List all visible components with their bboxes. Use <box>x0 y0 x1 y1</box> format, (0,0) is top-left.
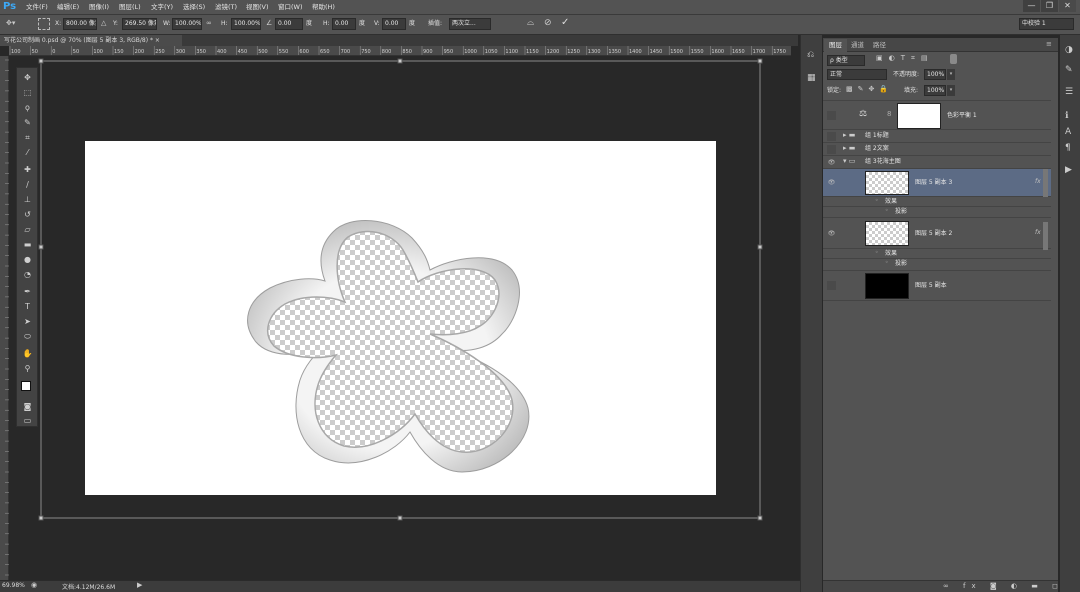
transform-handle-tr[interactable] <box>757 58 763 64</box>
panel-menu-icon[interactable]: ≡ <box>1046 40 1052 48</box>
right-dock: ◑ ✎ ☰ ℹ A ¶ ▶ <box>1060 35 1080 592</box>
filter-kind-select[interactable]: ρ 类型 <box>827 55 865 66</box>
folder-icon: ▸ ▬ <box>843 144 856 152</box>
blend-mode-select[interactable]: 正常 <box>827 69 887 80</box>
transform-handle-bm[interactable] <box>397 515 403 521</box>
zoom-level[interactable]: 69.98% <box>2 582 25 589</box>
filter-icons[interactable]: ▣◐T⌗▤ <box>876 54 934 63</box>
layer-row[interactable]: 图层 5 副本 <box>823 271 1051 301</box>
layers-scrollbar-thumb[interactable] <box>1043 169 1048 197</box>
adjustment-balance-icon: ⚖ <box>859 109 868 119</box>
eye-icon[interactable]: 👁 <box>827 229 836 238</box>
status-info-icon[interactable]: ◉ <box>31 581 37 589</box>
actions-panel-icon[interactable]: ▶ <box>1065 165 1072 175</box>
layer-mask-thumbnail[interactable] <box>897 103 941 129</box>
layer-thumbnail[interactable] <box>865 273 909 299</box>
paragraph-panel-icon[interactable]: ¶ <box>1065 143 1071 153</box>
status-bar: 69.98% ◉ 文档:4.12M/26.6M ▶ <box>0 580 800 592</box>
transform-handle-br[interactable] <box>757 515 763 521</box>
tab-layers[interactable]: 图层 <box>824 39 847 52</box>
close-button[interactable]: ✕ <box>1059 0 1076 12</box>
properties-panel-icon[interactable]: ☰ <box>1065 87 1073 97</box>
transform-handle-tl[interactable] <box>38 58 44 64</box>
layer-name[interactable]: 图层 5 副本 <box>915 281 947 291</box>
history-panel-icon[interactable]: ⎌ <box>807 50 814 60</box>
effect-drop-shadow-row[interactable]: ◦ 投影 <box>823 259 1051 271</box>
layer-row-color-balance[interactable]: ⚖ 8 色彩平衡 1 <box>823 100 1051 130</box>
transform-handle-bl[interactable] <box>38 515 44 521</box>
layer-name[interactable]: 组 3花海主图 <box>865 157 901 167</box>
restore-button[interactable]: ❐ <box>1041 0 1058 12</box>
document-size: 文档:4.12M/26.6M <box>62 584 116 591</box>
transform-handle-ml[interactable] <box>38 244 44 250</box>
opacity-label: 不透明度: <box>893 71 920 78</box>
filter-toggle[interactable] <box>950 54 957 64</box>
layer-group-copy[interactable]: ▸ ▬ 组 2文案 <box>823 143 1051 156</box>
layers-panel-footer: ∞ fx ◙ ◐ ▬ ◻ 🗑 <box>823 580 1080 592</box>
visibility-toggle[interactable] <box>827 132 836 141</box>
fill-dropdown-icon[interactable]: ▾ <box>947 85 955 96</box>
effect-eye-icon[interactable]: ◦ <box>885 259 889 266</box>
effect-eye-icon[interactable]: ◦ <box>875 249 879 256</box>
character-panel-icon[interactable]: A <box>1065 127 1071 137</box>
brush-panel-icon[interactable]: ✎ <box>1065 65 1073 75</box>
status-menu-icon[interactable]: ▶ <box>137 581 142 589</box>
layer-thumbnail[interactable] <box>865 221 909 246</box>
adjustments-panel-icon[interactable]: ◑ <box>1065 45 1073 55</box>
visibility-toggle[interactable] <box>827 281 836 290</box>
layer-row-selected[interactable]: 👁 图层 5 副本 3 fx <box>823 169 1051 197</box>
layer-row[interactable]: 👁 图层 5 副本 2 fx <box>823 218 1051 249</box>
layer-name[interactable]: 图层 5 副本 3 <box>915 178 952 188</box>
tab-paths[interactable]: 路径 <box>868 39 891 52</box>
fill-label: 填充: <box>904 87 919 94</box>
link-chain-icon: 8 <box>887 110 892 118</box>
eye-icon[interactable]: 👁 <box>827 158 836 167</box>
effect-eye-icon[interactable]: ◦ <box>875 197 879 204</box>
folder-icon: ▸ ▬ <box>843 131 856 139</box>
effects-label: 效果 <box>885 250 898 257</box>
visibility-toggle[interactable] <box>827 111 836 120</box>
effects-row[interactable]: ◦ 效果 <box>823 249 1051 259</box>
layer-name[interactable]: 图层 5 副本 2 <box>915 229 952 239</box>
lock-icons[interactable]: ▩✎✥🔒 <box>846 85 893 93</box>
layers-scrollbar-thumb-2[interactable] <box>1043 222 1048 250</box>
effect-name: 投影 <box>895 208 908 215</box>
artwork-layer <box>38 58 763 521</box>
minimize-button[interactable]: — <box>1023 0 1040 12</box>
visibility-toggle[interactable] <box>827 145 836 154</box>
transform-handle-tm[interactable] <box>397 58 403 64</box>
effects-row[interactable]: ◦ 效果 <box>823 197 1051 207</box>
lock-label: 锁定: <box>827 87 842 94</box>
layer-name[interactable]: 组 2文案 <box>865 144 889 154</box>
layer-group-title[interactable]: ▸ ▬ 组 1标题 <box>823 130 1051 143</box>
info-panel-icon[interactable]: ℹ <box>1065 111 1068 121</box>
fill-input[interactable]: 100% <box>924 85 946 96</box>
folder-open-icon: ▾ ▭ <box>843 157 856 165</box>
layer-name[interactable]: 组 1标题 <box>865 131 889 141</box>
eye-icon[interactable]: 👁 <box>827 178 836 187</box>
fx-icon[interactable]: fx <box>1035 178 1041 185</box>
panel-dock: ⎌ ▦ <box>800 35 822 592</box>
opacity-dropdown-icon[interactable]: ▾ <box>947 69 955 80</box>
effect-eye-icon[interactable]: ◦ <box>885 207 889 214</box>
opacity-input[interactable]: 100% <box>924 69 946 80</box>
tab-channels[interactable]: 通道 <box>846 39 869 52</box>
effect-name: 投影 <box>895 260 908 267</box>
effects-label: 效果 <box>885 198 898 205</box>
layer-thumbnail[interactable] <box>865 171 909 195</box>
effect-drop-shadow-row[interactable]: ◦ 投影 <box>823 207 1051 218</box>
fx-icon[interactable]: fx <box>1035 229 1041 236</box>
workspace-select[interactable]: 中校验 1 <box>1019 18 1074 30</box>
transform-handle-mr[interactable] <box>757 244 763 250</box>
layer-group-main[interactable]: 👁 ▾ ▭ 组 3花海主图 <box>823 156 1051 169</box>
swatches-panel-icon[interactable]: ▦ <box>807 73 816 83</box>
layer-name[interactable]: 色彩平衡 1 <box>947 111 977 121</box>
